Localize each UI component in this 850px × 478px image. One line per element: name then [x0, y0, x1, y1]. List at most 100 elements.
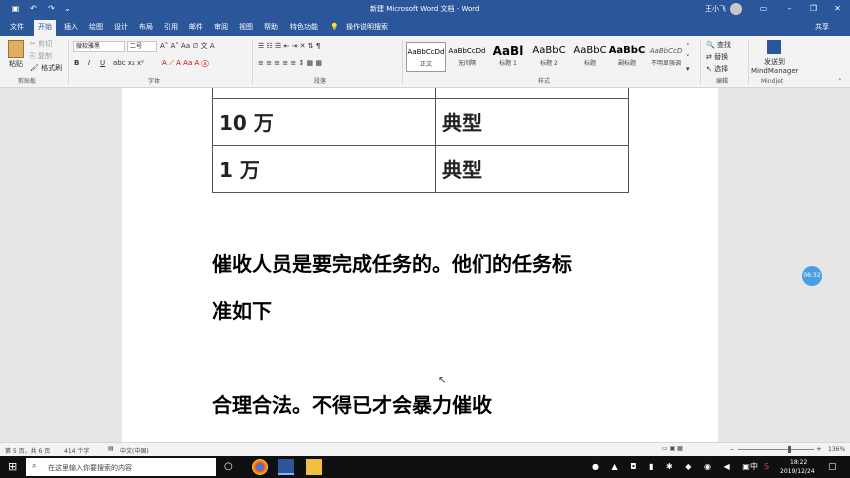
style-heading-2[interactable]: AaBbC 标题 2: [529, 42, 569, 72]
group-label-clipboard: 剪贴板: [18, 78, 37, 85]
file-explorer-icon[interactable]: [306, 459, 322, 475]
input-method-icon[interactable]: S: [764, 461, 769, 473]
ime-indicator[interactable]: 中: [750, 461, 758, 473]
tell-me-search[interactable]: 操作说明搜索: [346, 22, 388, 32]
font-size-select[interactable]: 二号: [127, 41, 157, 52]
paragraph-line[interactable]: 催收人员是要完成任务的。他们的任务标: [212, 251, 572, 277]
clock-time[interactable]: 18:22: [790, 458, 807, 467]
minimize-icon[interactable]: –: [784, 4, 795, 14]
notification-icon[interactable]: ▢: [828, 461, 837, 473]
proofing-icon[interactable]: ▤: [108, 445, 114, 452]
zoom-level[interactable]: 136%: [828, 446, 845, 453]
windows-start-icon[interactable]: ⊞: [8, 461, 17, 473]
list-buttons[interactable]: ☰ ☷ ☰ ⇤ ⇥ ✕ ⇅ ¶: [258, 42, 320, 51]
style-no-spacing[interactable]: AaBbCcDd 无间隔: [447, 42, 487, 72]
tab-references[interactable]: 引用: [164, 22, 178, 32]
page-count[interactable]: 第 5 页，共 6 页: [5, 446, 50, 455]
search-icon: ⌕: [32, 461, 37, 470]
restore-icon[interactable]: ❐: [808, 4, 819, 14]
tab-draw[interactable]: 绘图: [89, 22, 103, 32]
table-cell[interactable]: 典型: [435, 144, 629, 193]
tab-file[interactable]: 文件: [10, 22, 24, 32]
mindmanager-label[interactable]: MindManager: [751, 67, 799, 76]
close-icon[interactable]: ✕: [832, 4, 843, 14]
tab-review[interactable]: 审阅: [214, 22, 228, 32]
table-cell[interactable]: 1 万: [212, 144, 436, 193]
collapse-ribbon-icon[interactable]: ˄: [838, 78, 842, 86]
paragraph-line[interactable]: 合理合法。不得已才会暴力催收: [212, 392, 492, 418]
ribbon-display-icon[interactable]: ▭: [758, 4, 769, 14]
word-count[interactable]: 414 个字: [64, 446, 89, 455]
zoom-slider-thumb[interactable]: [788, 446, 791, 453]
paste-button[interactable]: 粘贴: [9, 60, 23, 69]
text-color-buttons[interactable]: A ⟋ A Aa A ⓐ: [162, 59, 209, 68]
bold-button[interactable]: B: [74, 59, 79, 68]
table-cell[interactable]: 10 万: [212, 97, 436, 146]
cut-button[interactable]: ✂ 剪切: [30, 40, 52, 49]
title-bar: ▣ ↶ ↷ ⌄ 新建 Microsoft Word 文档 - Word 王小飞 …: [0, 0, 850, 18]
window-title: 新建 Microsoft Word 文档 - Word: [370, 5, 480, 13]
language[interactable]: 中文(中国): [120, 446, 149, 455]
table-row: 10 万 典型: [212, 97, 629, 146]
user-name[interactable]: 王小飞: [705, 4, 726, 14]
table-row: 1 万 典型: [212, 144, 629, 193]
send-to-label[interactable]: 发送到: [764, 58, 785, 67]
replace-button[interactable]: ⇄ 替换: [706, 53, 728, 62]
italic-button[interactable]: I: [88, 59, 90, 68]
paste-icon[interactable]: [8, 40, 24, 58]
tab-help[interactable]: 帮助: [264, 22, 278, 32]
style-heading-1[interactable]: AaBl 标题 1: [488, 42, 528, 72]
document-area: 10 万 典型 1 万 典型 催收人员是要完成任务的。他们的任务标 准如下 合理…: [0, 88, 850, 442]
save-icon[interactable]: ▣: [10, 4, 21, 14]
search-input[interactable]: 在这里输入你要搜索的内容: [48, 463, 132, 473]
tab-insert[interactable]: 插入: [64, 22, 78, 32]
underline-button[interactable]: U: [100, 59, 105, 68]
system-tray-icons[interactable]: ● ▲ ◘ ▮ ✱ ◆ ◉ ◀ ▣: [592, 461, 755, 473]
find-button[interactable]: 🔍 查找: [706, 41, 731, 50]
redo-icon[interactable]: ↷: [46, 4, 57, 14]
group-label-editing: 编辑: [716, 78, 729, 85]
copy-button[interactable]: ⎘ 复制: [30, 52, 52, 61]
tab-mailings[interactable]: 邮件: [189, 22, 203, 32]
group-label-mindjet: Mindjet: [761, 78, 784, 85]
mindmanager-icon[interactable]: [767, 40, 781, 54]
view-mode-icons[interactable]: ▭ ▣ ▦: [662, 445, 683, 452]
format-painter-button[interactable]: 🖌 格式刷: [30, 64, 62, 73]
tab-layout[interactable]: 布局: [139, 22, 153, 32]
style-normal[interactable]: AaBbCcDd 正文: [406, 42, 446, 72]
customize-qat-icon[interactable]: ⌄: [62, 4, 73, 14]
zoom-in-icon[interactable]: +: [816, 445, 822, 453]
font-effects-buttons[interactable]: abc x₂ x²: [113, 59, 144, 68]
undo-icon[interactable]: ↶: [28, 4, 39, 14]
document-page[interactable]: 10 万 典型 1 万 典型 催收人员是要完成任务的。他们的任务标 准如下 合理…: [122, 88, 718, 442]
tab-design[interactable]: 设计: [114, 22, 128, 32]
clock-date[interactable]: 2019/12/24: [780, 467, 815, 476]
avatar[interactable]: [730, 3, 742, 15]
font-family-select[interactable]: 微软雅黑: [73, 41, 125, 52]
taskbar-search[interactable]: ⌕ 在这里输入你要搜索的内容: [26, 458, 216, 476]
styles-scroll[interactable]: ˄ ˅ ▾: [686, 42, 690, 75]
style-subtle-emphasis[interactable]: AaBbCcD 不明显强调: [646, 42, 686, 72]
style-subtitle[interactable]: AaBbC 副标题: [607, 42, 647, 72]
task-view-icon[interactable]: ○: [224, 461, 233, 472]
select-button[interactable]: ↖ 选择: [706, 65, 728, 74]
alignment-buttons[interactable]: ≡ ≡ ≡ ≡ ≡ ↕ ▦ ▦: [258, 59, 322, 68]
paragraph-line[interactable]: 准如下: [212, 298, 272, 324]
table-cell[interactable]: 典型: [435, 97, 629, 146]
group-label-paragraph: 段落: [314, 78, 327, 85]
zoom-slider[interactable]: [738, 449, 814, 450]
share-button[interactable]: 共享: [815, 22, 829, 32]
tab-featured[interactable]: 特色功能: [290, 22, 318, 32]
style-title[interactable]: AaBbC 标题: [570, 42, 610, 72]
tab-view[interactable]: 视图: [239, 22, 253, 32]
ribbon: 粘贴 ✂ 剪切 ⎘ 复制 🖌 格式刷 剪贴板 微软雅黑 二号 A˄ A˅ Aa …: [0, 36, 850, 88]
chrome-icon[interactable]: [252, 459, 268, 475]
document-table: 10 万 典型 1 万 典型: [212, 88, 629, 193]
zoom-out-icon[interactable]: –: [730, 445, 734, 453]
taskbar: ⊞ ⌕ 在这里输入你要搜索的内容 ○ ● ▲ ◘ ▮ ✱ ◆ ◉ ◀ ▣ 中 S…: [0, 456, 850, 478]
word-taskbar-icon[interactable]: [278, 459, 294, 475]
timer-badge[interactable]: 06:32: [802, 266, 822, 286]
group-label-font: 字体: [148, 78, 161, 85]
tab-home[interactable]: 开始: [34, 20, 56, 36]
font-size-buttons[interactable]: A˄ A˅ Aa ∅ 文 A: [160, 42, 215, 51]
